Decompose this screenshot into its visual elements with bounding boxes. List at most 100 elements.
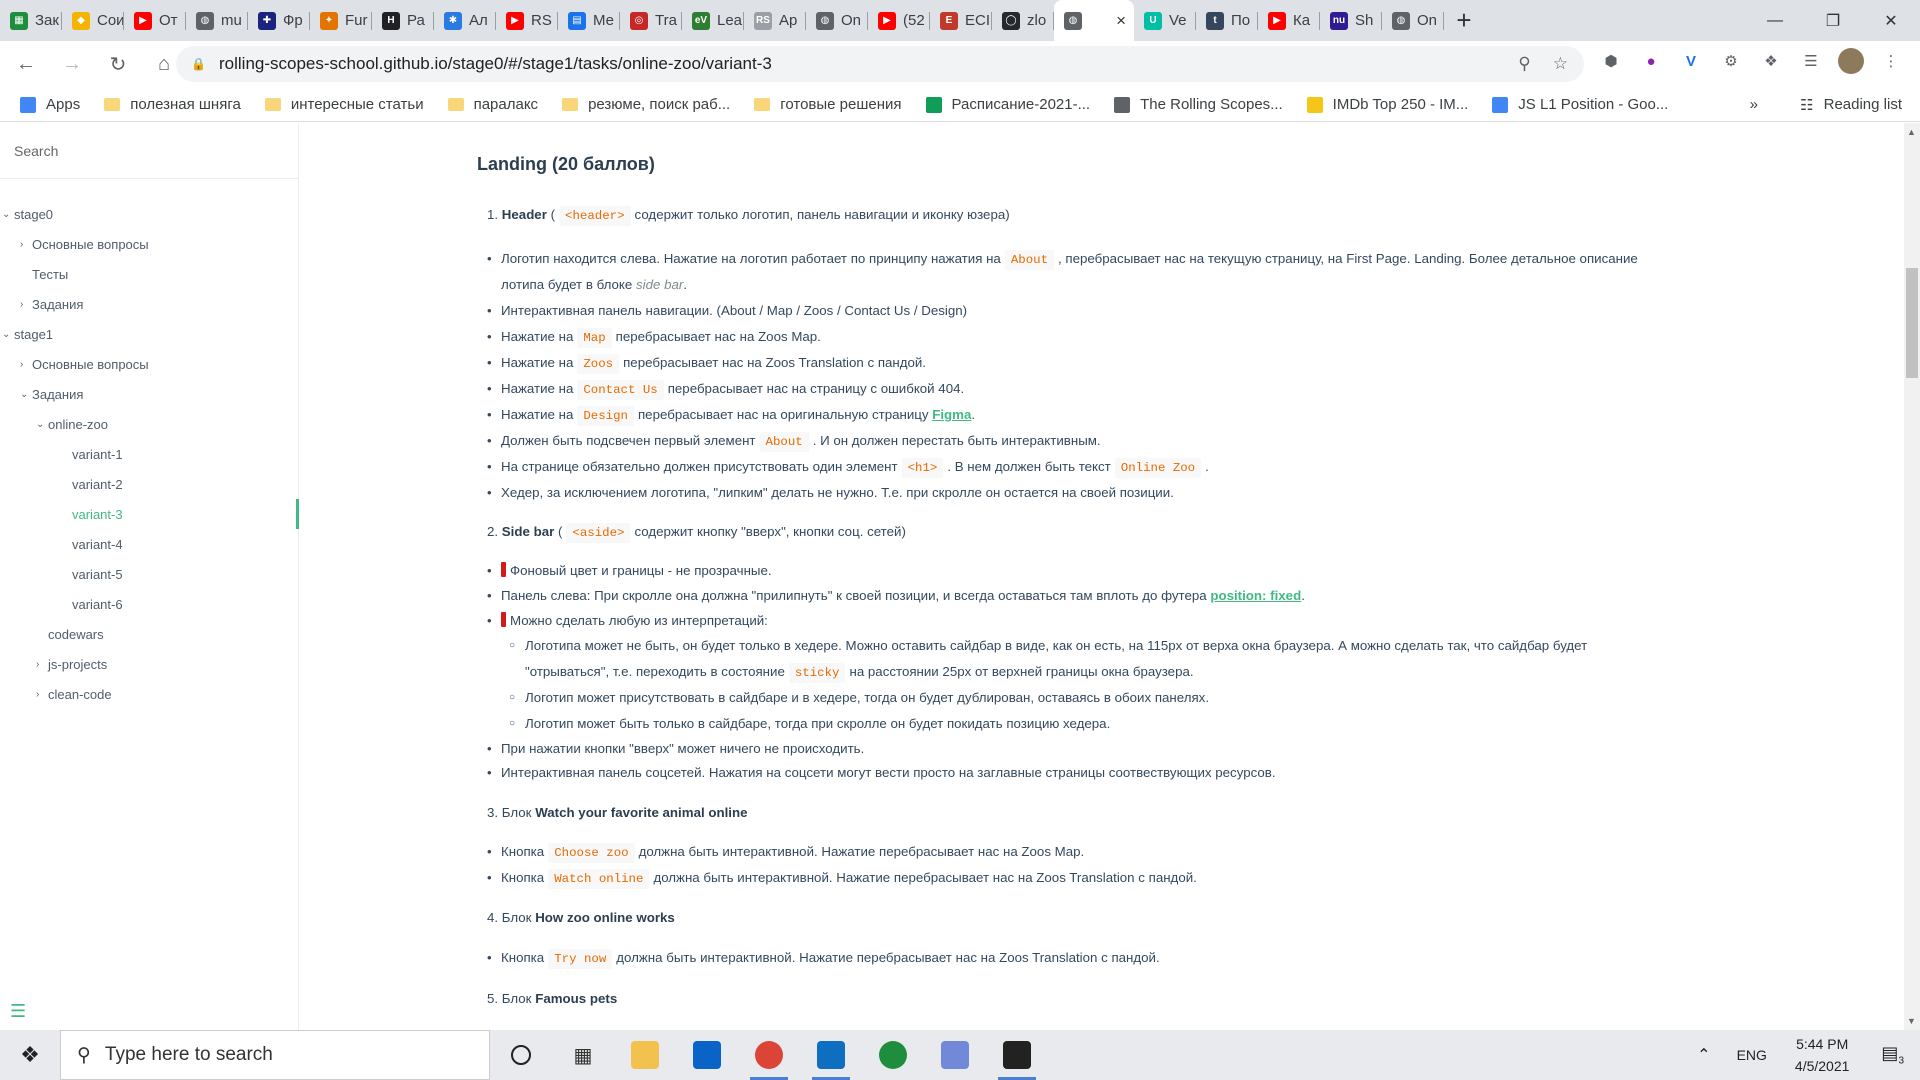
close-tab-icon[interactable]: × (1116, 11, 1126, 31)
mail-icon[interactable] (676, 1030, 738, 1080)
bookmark-item[interactable]: Apps (8, 88, 92, 122)
chrome-profile-icon[interactable] (862, 1030, 924, 1080)
sidebar-item-variant-1[interactable]: variant-1 (0, 439, 298, 469)
browser-tab[interactable]: ◎ Tra (620, 0, 682, 41)
bookmark-item[interactable]: полезная шняга (92, 88, 253, 122)
zoom-icon[interactable]: ⚲ (1518, 54, 1530, 74)
sidebar-toggle-icon[interactable]: ☰ (10, 1001, 26, 1022)
tab-title: По (1231, 12, 1251, 29)
bookmark-item[interactable]: JS L1 Position - Goo... (1480, 88, 1680, 122)
vscode-icon[interactable] (800, 1030, 862, 1080)
page-scrollbar[interactable]: ▲ ▼ (1904, 123, 1920, 1030)
tab-title: Зак (35, 12, 59, 29)
new-tab-button[interactable]: + (1444, 0, 1484, 41)
sidebar-item-variant-3[interactable]: variant-3 (0, 499, 299, 529)
colorful-extension-icon[interactable]: ● (1638, 48, 1664, 74)
profile-avatar[interactable] (1838, 48, 1864, 74)
browser-tab[interactable]: ▶ Ка (1258, 0, 1320, 41)
file-explorer-icon[interactable] (614, 1030, 676, 1080)
task-view-button[interactable]: ▦ (552, 1030, 614, 1080)
v-extension-icon[interactable]: V (1678, 48, 1704, 74)
browser-tab[interactable]: nu Sh (1320, 0, 1382, 41)
bookmarks-overflow-button[interactable]: » (1738, 88, 1770, 122)
cube-extension-icon[interactable]: ⬢ (1598, 48, 1624, 74)
sidebar-item-variant-5[interactable]: variant-5 (0, 559, 298, 589)
browser-tab[interactable]: ▶ (52 (868, 0, 930, 41)
restore-button[interactable]: ❐ (1804, 0, 1862, 41)
notifications-icon[interactable]: ▤3 (1865, 1043, 1920, 1067)
sidebar-item-variant-2[interactable]: variant-2 (0, 469, 298, 499)
browser-tab[interactable]: eV Lea (682, 0, 744, 41)
active-tab[interactable]: ◍ × (1054, 0, 1134, 41)
sidebar-item-задания[interactable]: ⌄ Задания (0, 379, 298, 409)
bookmark-item[interactable]: Расписание-2021-... (914, 88, 1103, 122)
reload-button[interactable]: ↻ (98, 45, 138, 85)
bookmark-item[interactable]: IMDb Top 250 - IM... (1295, 88, 1481, 122)
windows-start-button[interactable]: ❖ (0, 1030, 60, 1080)
menu-kebab-icon[interactable]: ⋮ (1878, 48, 1904, 74)
browser-tab[interactable]: ✱ Ал (434, 0, 496, 41)
bookmark-item[interactable]: интересные статьи (253, 88, 436, 122)
browser-tab[interactable]: ◯ zlo (992, 0, 1054, 41)
search-input[interactable]: Search (0, 123, 298, 179)
sidebar-item-js-projects[interactable]: › js-projects (0, 649, 298, 679)
sidebar-item-задания[interactable]: › Задания (0, 289, 298, 319)
puzzle-extensions-icon[interactable]: ❖ (1758, 48, 1784, 74)
browser-tab[interactable]: ◍ On (806, 0, 868, 41)
browser-tab[interactable]: U Ve (1134, 0, 1196, 41)
taskbar-search-input[interactable]: ⚲ Type here to search (60, 1030, 490, 1080)
bookmark-label: полезная шняга (130, 96, 241, 113)
address-bar[interactable]: 🔒 rolling-scopes-school.github.io/stage0… (176, 46, 1584, 82)
bookmark-item[interactable]: The Rolling Scopes... (1102, 88, 1295, 122)
browser-tab[interactable]: ◆ Сои (62, 0, 124, 41)
browser-tab[interactable]: E ECI (930, 0, 992, 41)
browser-tab[interactable]: ✚ Фр (248, 0, 310, 41)
sync-extension-icon[interactable]: ⚙ (1718, 48, 1744, 74)
bookmark-item[interactable]: резюме, поиск раб... (550, 88, 742, 122)
sidebar-item-variant-6[interactable]: variant-6 (0, 589, 298, 619)
browser-tab[interactable]: ▶ От (124, 0, 186, 41)
back-button[interactable]: ← (6, 45, 46, 85)
sidebar-item-online-zoo[interactable]: ⌄ online-zoo (0, 409, 298, 439)
close-window-button[interactable]: ✕ (1862, 0, 1920, 41)
figma-link[interactable]: Figma (932, 407, 971, 422)
scroll-down-arrow-icon[interactable]: ▼ (1907, 1016, 1916, 1026)
sidebar-item-тесты[interactable]: Тесты (0, 259, 298, 289)
browser-tab[interactable]: ▤ Ме (558, 0, 620, 41)
media-control-icon[interactable]: ☰ (1798, 48, 1824, 74)
bookmark-item[interactable]: паралакс (436, 88, 550, 122)
tab-favicon-icon: ◍ (1064, 11, 1082, 30)
browser-tab[interactable]: ▦ Зак (0, 0, 62, 41)
browser-tab[interactable]: ▶ RS (496, 0, 558, 41)
clock[interactable]: 5:44 PM 4/5/2021 (1779, 1033, 1866, 1077)
browser-tab[interactable]: RS Ap (744, 0, 806, 41)
cortana-button[interactable] (490, 1030, 552, 1080)
folder-icon (754, 98, 771, 111)
figma-icon[interactable] (986, 1030, 1048, 1080)
scroll-up-arrow-icon[interactable]: ▲ (1907, 127, 1916, 137)
sidebar-item-основные-вопросы[interactable]: › Основные вопросы (0, 349, 298, 379)
sidebar-item-variant-4[interactable]: variant-4 (0, 529, 298, 559)
reading-list-button[interactable]: ☷ Reading list (1788, 88, 1914, 122)
scrollbar-thumb[interactable] (1906, 268, 1918, 378)
browser-tab[interactable]: ✦ Fur (310, 0, 372, 41)
browser-tab[interactable]: ◍ mu (186, 0, 248, 41)
chrome-icon[interactable] (738, 1030, 800, 1080)
list-item: КнопкаTry nowдолжна быть интерактивной. … (487, 949, 1160, 969)
browser-tab[interactable]: ◍ On (1382, 0, 1444, 41)
forward-button[interactable]: → (52, 45, 92, 85)
browser-tab[interactable]: t По (1196, 0, 1258, 41)
minimize-button[interactable]: — (1746, 0, 1804, 41)
browser-tab[interactable]: H Ра (372, 0, 434, 41)
sidebar-item-codewars[interactable]: codewars (0, 619, 298, 649)
chevron-up-icon[interactable]: ⌃ (1683, 1045, 1724, 1065)
sidebar-item-clean-code[interactable]: › clean-code (0, 679, 298, 709)
position-fixed-link[interactable]: position: fixed (1210, 588, 1301, 603)
bookmark-item[interactable]: готовые решения (742, 88, 913, 122)
sidebar-item-stage1[interactable]: ⌄ stage1 (0, 319, 298, 349)
sidebar-item-основные-вопросы[interactable]: › Основные вопросы (0, 229, 298, 259)
discord-icon[interactable] (924, 1030, 986, 1080)
sidebar-item-stage0[interactable]: ⌄ stage0 (0, 199, 298, 229)
language-indicator[interactable]: ENG (1725, 1047, 1779, 1063)
bookmark-star-icon[interactable]: ☆ (1553, 54, 1568, 74)
